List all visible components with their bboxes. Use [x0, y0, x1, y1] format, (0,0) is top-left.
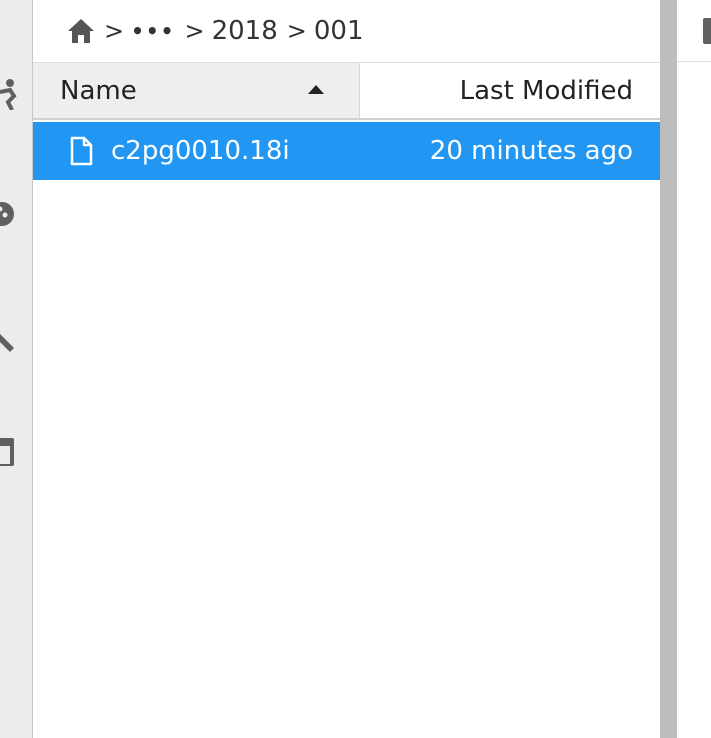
file-list-header: Name Last Modified — [33, 62, 660, 120]
breadcrumb-item[interactable]: 2018 — [212, 16, 278, 46]
file-browser: > ••• > 2018 > 001 Name Last Modified c2… — [33, 0, 660, 738]
palette-icon[interactable] — [0, 200, 22, 232]
running-icon[interactable] — [0, 78, 22, 110]
breadcrumb-separator: > — [286, 17, 307, 45]
breadcrumb-home[interactable] — [67, 18, 95, 44]
breadcrumb: > ••• > 2018 > 001 — [33, 0, 660, 62]
home-icon — [68, 19, 94, 43]
divider — [677, 61, 711, 62]
breadcrumb-separator: > — [104, 17, 125, 45]
column-name-label: Name — [60, 75, 137, 106]
main-area — [677, 0, 711, 738]
panel-splitter[interactable] — [660, 0, 677, 738]
file-name: c2pg0010.18i — [111, 136, 290, 166]
save-icon[interactable] — [703, 18, 711, 44]
file-icon — [70, 136, 93, 166]
column-header-last-modified[interactable]: Last Modified — [360, 63, 660, 118]
column-header-name[interactable]: Name — [33, 63, 360, 118]
file-list-item[interactable]: c2pg0010.18i 20 minutes ago — [33, 122, 660, 180]
tab-icon[interactable] — [0, 436, 22, 468]
column-last-modified-label: Last Modified — [459, 75, 633, 106]
breadcrumb-item[interactable]: 001 — [314, 16, 364, 46]
file-modified: 20 minutes ago — [429, 136, 633, 166]
file-list: c2pg0010.18i 20 minutes ago — [33, 122, 660, 180]
breadcrumb-separator: > — [184, 17, 205, 45]
sort-ascending-icon — [308, 85, 324, 94]
breadcrumb-ellipsis[interactable]: ••• — [131, 19, 175, 43]
activity-rail — [0, 0, 33, 738]
build-icon[interactable] — [0, 328, 22, 360]
